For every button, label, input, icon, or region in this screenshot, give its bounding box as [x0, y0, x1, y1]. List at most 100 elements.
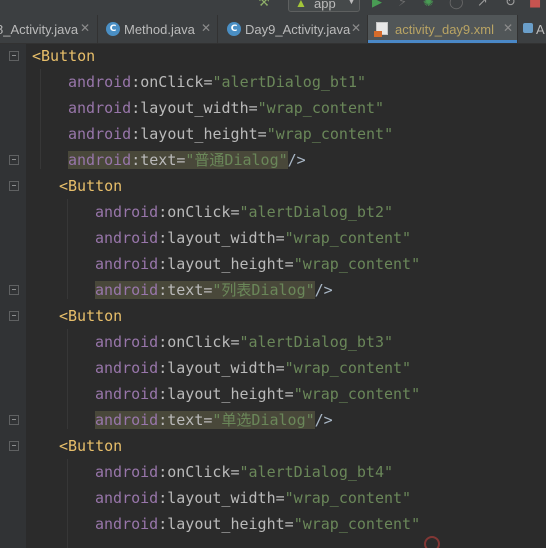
code-line-attribute: android:text="列表Dialog"/>: [95, 277, 333, 303]
stop-icon[interactable]: ■: [529, 0, 541, 10]
attach-icon[interactable]: ↗: [477, 0, 488, 10]
error-indicator-icon: [424, 536, 440, 548]
code-line-tag: <Button: [59, 433, 122, 459]
attribute-value: "wrap_content": [284, 359, 412, 377]
attribute-name: android:onClick="alertDialog_bt1": [68, 73, 366, 91]
tab-label: Day9_Activity.java: [245, 22, 351, 37]
namespace-separator: :: [131, 73, 141, 91]
attribute-namespace: android: [95, 281, 159, 299]
file-icon: [523, 23, 533, 33]
attribute-key: text: [167, 281, 204, 299]
attribute-value: "alertDialog_bt4": [239, 463, 394, 481]
namespace-separator: :: [158, 515, 168, 533]
code-line-attribute: android:layout_height="wrap_content": [95, 381, 420, 407]
equals-sign: =: [284, 385, 294, 403]
tab-overflow-label: A: [536, 22, 545, 37]
code-line-attribute: android:layout_height="wrap_content": [95, 511, 420, 537]
chevron-down-icon: ▼: [347, 0, 356, 6]
equals-sign: =: [275, 229, 285, 247]
attribute-name: android:layout_height="wrap_content": [68, 125, 393, 143]
attribute-key: layout_height: [167, 255, 285, 273]
attribute-value: "单选Dialog": [212, 411, 315, 429]
run-icon[interactable]: ▶: [372, 0, 382, 10]
namespace-separator: :: [158, 229, 168, 247]
equals-sign: =: [284, 255, 294, 273]
code-editor[interactable]: <Button android:onClick="alertDialog_bt1"…: [0, 44, 546, 548]
fold-marker-icon[interactable]: [9, 415, 19, 425]
sync-icon[interactable]: ↻: [505, 0, 516, 10]
code-line-attribute: android:onClick="alertDialog_bt1": [68, 69, 366, 95]
attribute-key: layout_height: [167, 515, 285, 533]
attribute-name: android:layout_width="wrap_content": [95, 359, 411, 377]
attribute-key: layout_width: [140, 99, 249, 117]
fold-marker-icon[interactable]: [9, 181, 19, 191]
tab-label: 8_Activity.java: [0, 22, 79, 37]
equals-sign: =: [257, 125, 267, 143]
attribute-value: "wrap_content": [266, 125, 394, 143]
attribute-value: "普通Dialog": [185, 151, 288, 169]
tab-method-java[interactable]: C Method.java ✕: [98, 15, 218, 43]
attribute-key: text: [167, 411, 204, 429]
code-line-attribute: android:layout_width="wrap_content": [95, 485, 411, 511]
tag-close: />: [314, 411, 333, 429]
namespace-separator: :: [158, 359, 168, 377]
hammer-icon[interactable]: ⚒: [258, 0, 270, 10]
xml-file-icon: [374, 22, 388, 37]
tab-label: Method.java: [124, 22, 195, 37]
xml-tag: <Button: [59, 177, 123, 195]
close-icon[interactable]: ✕: [351, 21, 361, 35]
debug-icon[interactable]: ⚡: [398, 0, 407, 10]
tab-activity-day9-xml[interactable]: activity_day9.xml ✕: [368, 15, 518, 43]
close-icon[interactable]: ✕: [80, 21, 90, 35]
attribute-value: "wrap_content": [293, 515, 421, 533]
ide-window: ⚒ ▲ app ▼ ▶ ⚡ ✺ ◯ ↗ ↻ ■ 8_Activity.java …: [0, 0, 546, 548]
attribute-key: onClick: [167, 463, 231, 481]
fold-gutter: [0, 44, 26, 548]
attribute-value: "wrap_content": [284, 229, 412, 247]
namespace-separator: :: [158, 203, 168, 221]
attribute-value: "alertDialog_bt2": [239, 203, 394, 221]
code-line-attribute: android:onClick="alertDialog_bt2": [95, 199, 393, 225]
attribute-key: layout_width: [167, 489, 276, 507]
run-config-dropdown[interactable]: ▲ app ▼: [288, 0, 360, 12]
attribute-value: "alertDialog_bt1": [212, 73, 367, 91]
indent-guide: [67, 329, 68, 429]
tab-overflow[interactable]: A: [518, 15, 546, 43]
fold-marker-icon[interactable]: [9, 51, 19, 61]
code-line-attribute: android:text="单选Dialog"/>: [95, 407, 333, 433]
attribute-name: android:onClick="alertDialog_bt3": [95, 333, 393, 351]
fold-marker-icon[interactable]: [9, 285, 19, 295]
attribute-key: onClick: [167, 333, 231, 351]
close-icon[interactable]: ✕: [503, 21, 513, 35]
fold-marker-icon[interactable]: [9, 311, 19, 321]
profile-icon[interactable]: ◯: [449, 0, 464, 10]
attribute-namespace: android: [95, 255, 159, 273]
attribute-name: android:layout_width="wrap_content": [95, 229, 411, 247]
code-line-attribute: android:onClick="alertDialog_bt3": [95, 329, 393, 355]
fold-marker-icon[interactable]: [9, 155, 19, 165]
close-icon[interactable]: ✕: [201, 21, 211, 35]
namespace-separator: :: [131, 125, 141, 143]
code-line-attribute: android:layout_height="wrap_content": [68, 121, 393, 147]
android-icon: ▲: [295, 0, 307, 10]
tab-activity-java[interactable]: 8_Activity.java ✕: [0, 15, 98, 43]
attribute-name: android:layout_height="wrap_content": [95, 255, 420, 273]
attribute-namespace: android: [95, 203, 159, 221]
java-class-icon: C: [227, 22, 241, 36]
attribute-value: "wrap_content": [293, 255, 421, 273]
highlighted-attribute: android:text="普通Dialog": [68, 151, 288, 169]
equals-sign: =: [275, 359, 285, 377]
tab-day9-activity-java[interactable]: C Day9_Activity.java ✕: [218, 15, 368, 43]
bug-icon[interactable]: ✺: [423, 0, 434, 10]
attribute-namespace: android: [95, 333, 159, 351]
equals-sign: =: [230, 203, 240, 221]
attribute-value: "列表Dialog": [212, 281, 315, 299]
attribute-namespace: android: [95, 359, 159, 377]
code-line-attribute: android:text="普通Dialog"/>: [68, 147, 306, 173]
tag-close: />: [287, 151, 306, 169]
fold-marker-icon[interactable]: [9, 441, 19, 451]
attribute-value: "alertDialog_bt3": [239, 333, 394, 351]
tag-close: />: [314, 281, 333, 299]
attribute-key: layout_width: [167, 359, 276, 377]
code-line-attribute: android:layout_width="wrap_content": [95, 355, 411, 381]
